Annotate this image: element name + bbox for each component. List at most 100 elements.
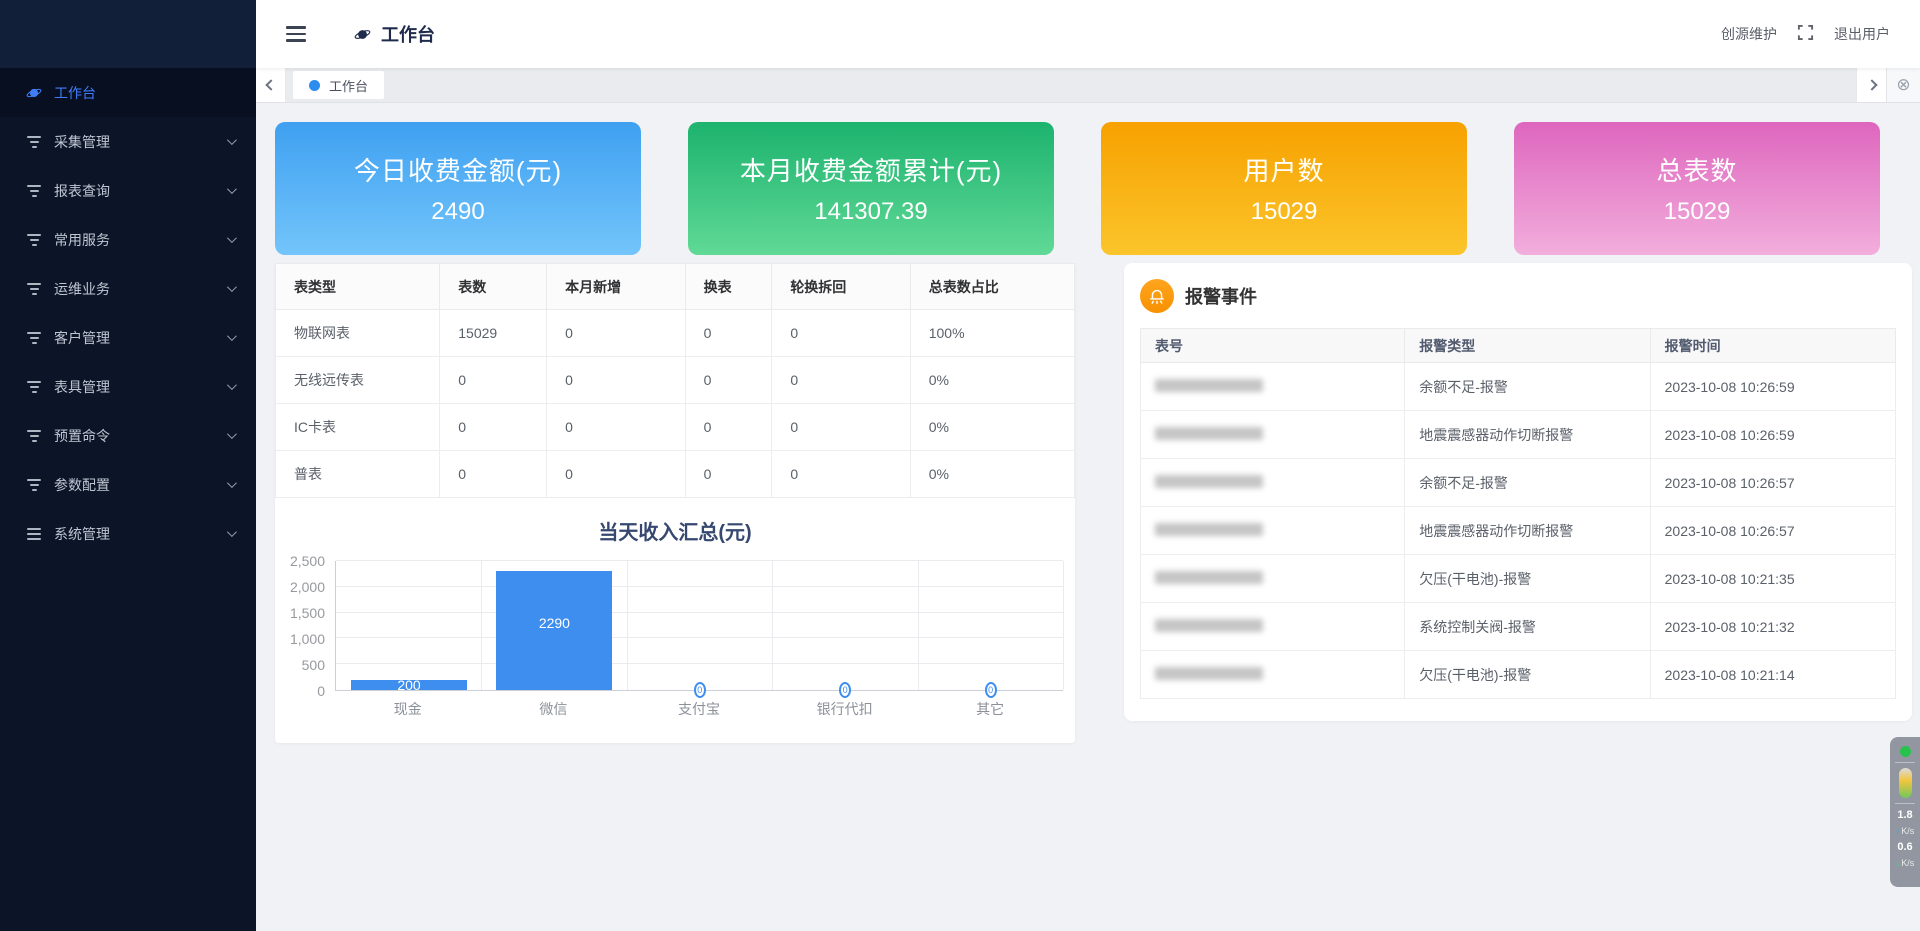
tabbar: 工作台 ⊗: [256, 68, 1920, 103]
sidebar-item-0[interactable]: 工作台: [0, 68, 256, 117]
alarm-type-cell: 地震震感器动作切断报警: [1405, 507, 1650, 555]
alarm-bell-icon: [1140, 279, 1174, 313]
sidebar-item-label: 采集管理: [54, 132, 227, 152]
alarm-type-cell: 余额不足-报警: [1405, 363, 1650, 411]
logout-button[interactable]: 退出用户: [1834, 24, 1890, 44]
tab-strip: 工作台: [286, 68, 1856, 102]
active-tab-dot-icon: [309, 80, 320, 91]
y-tick-label: 1,500: [290, 605, 325, 621]
bar-value-label: 2290: [496, 615, 612, 631]
alarm-events-panel: 报警事件 表号报警类型报警时间 余额不足-报警2023-10-08 10:26:…: [1124, 263, 1912, 721]
sidebar-item-8[interactable]: 参数配置: [0, 460, 256, 509]
meter-no-cell: [1141, 459, 1405, 507]
arrow-up-icon: ↑: [1896, 826, 1901, 836]
table-cell: 0: [440, 451, 547, 498]
alarm-type-cell: 系统控制关阀-报警: [1405, 603, 1650, 651]
sidebar-item-1[interactable]: 采集管理: [0, 117, 256, 166]
upload-speed-unit: K/s: [1901, 826, 1914, 836]
gridline: [627, 561, 628, 690]
topbar: 工作台 创源维护 退出用户: [256, 0, 1920, 68]
sidebar-item-9[interactable]: 系统管理: [0, 509, 256, 558]
table-cell: 无线远传表: [276, 357, 440, 404]
chevron-down-icon: [227, 135, 237, 145]
x-tick-label: 其它: [917, 699, 1063, 719]
chevron-down-icon: [227, 429, 237, 439]
sidebar-item-2[interactable]: 报表查询: [0, 166, 256, 215]
stat-card-label: 本月收费金额累计(元): [740, 151, 1002, 188]
fullscreen-icon[interactable]: [1797, 24, 1814, 44]
tabs-scroll-left-button[interactable]: [256, 68, 286, 102]
stat-card-label: 总表数: [1656, 151, 1737, 188]
filter-icon: [26, 381, 42, 393]
zero-value-marker: 0: [839, 682, 851, 698]
zero-value-marker: 0: [985, 682, 997, 698]
x-tick-label: 支付宝: [626, 699, 772, 719]
column-header: 表号: [1141, 329, 1405, 363]
panels-row: 表类型表数本月新增换表轮换拆回总表数占比 物联网表15029000100%无线远…: [275, 263, 1912, 743]
filter-icon: [26, 234, 42, 246]
alarm-type-cell: 欠压(干电池)-报警: [1405, 555, 1650, 603]
x-tick-label: 银行代扣: [772, 699, 918, 719]
alarm-table-body: 余额不足-报警2023-10-08 10:26:59地震震感器动作切断报警202…: [1141, 363, 1896, 699]
hamburger-icon[interactable]: [286, 26, 306, 42]
masked-meter-number: [1155, 619, 1263, 632]
alarm-row: 余额不足-报警2023-10-08 10:26:59: [1141, 363, 1896, 411]
menu-icon: [26, 528, 42, 540]
y-tick-label: 2,000: [290, 579, 325, 595]
page-title: 工作台: [381, 21, 435, 47]
table-row: 无线远传表00000%: [276, 357, 1075, 404]
sidebar-item-6[interactable]: 表具管理: [0, 362, 256, 411]
chart-x-axis: 现金微信支付宝银行代扣其它: [335, 699, 1075, 719]
table-cell: 0: [772, 310, 910, 357]
column-header: 总表数占比: [910, 264, 1074, 310]
gridline: [1063, 561, 1064, 690]
masked-meter-number: [1155, 571, 1263, 584]
table-cell: 0: [772, 357, 910, 404]
sidebar-logo-block: [0, 0, 256, 68]
user-menu[interactable]: 创源维护: [1721, 24, 1777, 44]
chevron-down-icon: [227, 282, 237, 292]
table-cell: 0: [685, 404, 772, 451]
tab-workbench[interactable]: 工作台: [293, 71, 384, 99]
sidebar-item-3[interactable]: 常用服务: [0, 215, 256, 264]
gridline: [481, 561, 482, 690]
table-cell: 0: [685, 357, 772, 404]
table-cell: 0: [772, 451, 910, 498]
sidebar-item-4[interactable]: 运维业务: [0, 264, 256, 313]
main-area: 工作台 创源维护 退出用户 工作台 ⊗ 今日收费金额(元)2490本月收费金额累…: [256, 0, 1920, 743]
gridline: [772, 561, 773, 690]
divider: [1895, 762, 1915, 763]
net-speed-widget[interactable]: 1.8 ↑K/s 0.6 ↓K/s: [1890, 737, 1920, 887]
sidebar-item-7[interactable]: 预置命令: [0, 411, 256, 460]
table-row: 物联网表15029000100%: [276, 310, 1075, 357]
alarm-type-cell: 欠压(干电池)-报警: [1405, 651, 1650, 699]
meter-table-body: 物联网表15029000100%无线远传表00000%IC卡表00000%普表0…: [276, 310, 1075, 498]
chevron-left-icon: [265, 79, 276, 90]
chart-y-axis: 05001,0001,5002,0002,500: [275, 561, 335, 691]
table-cell: 100%: [910, 310, 1074, 357]
chevron-down-icon: [227, 331, 237, 341]
tabs-scroll-right-button[interactable]: [1856, 68, 1886, 102]
close-tabs-button[interactable]: ⊗: [1886, 68, 1920, 102]
table-cell: 15029: [440, 310, 547, 357]
sidebar-item-label: 报表查询: [54, 181, 227, 201]
y-tick-label: 500: [302, 657, 325, 673]
alarm-row: 余额不足-报警2023-10-08 10:26:57: [1141, 459, 1896, 507]
stat-card-label: 今日收费金额(元): [354, 151, 562, 188]
table-cell: 0: [547, 451, 685, 498]
sidebar-item-5[interactable]: 客户管理: [0, 313, 256, 362]
planet-icon: [26, 85, 42, 101]
sidebar-item-label: 工作台: [54, 83, 234, 103]
alarm-row: 地震震感器动作切断报警2023-10-08 10:26:59: [1141, 411, 1896, 459]
alarm-type-cell: 余额不足-报警: [1405, 459, 1650, 507]
chevron-right-icon: [1866, 79, 1877, 90]
table-row: IC卡表00000%: [276, 404, 1075, 451]
masked-meter-number: [1155, 475, 1263, 488]
stat-cards-row: 今日收费金额(元)2490本月收费金额累计(元)141307.39用户数1502…: [275, 122, 1912, 255]
chevron-down-icon: [227, 527, 237, 537]
filter-icon: [26, 479, 42, 491]
chart-plot-area: 2002290000: [335, 561, 1063, 691]
column-header: 换表: [685, 264, 772, 310]
alarm-time-cell: 2023-10-08 10:26:59: [1650, 411, 1895, 459]
alarm-time-cell: 2023-10-08 10:26:59: [1650, 363, 1895, 411]
